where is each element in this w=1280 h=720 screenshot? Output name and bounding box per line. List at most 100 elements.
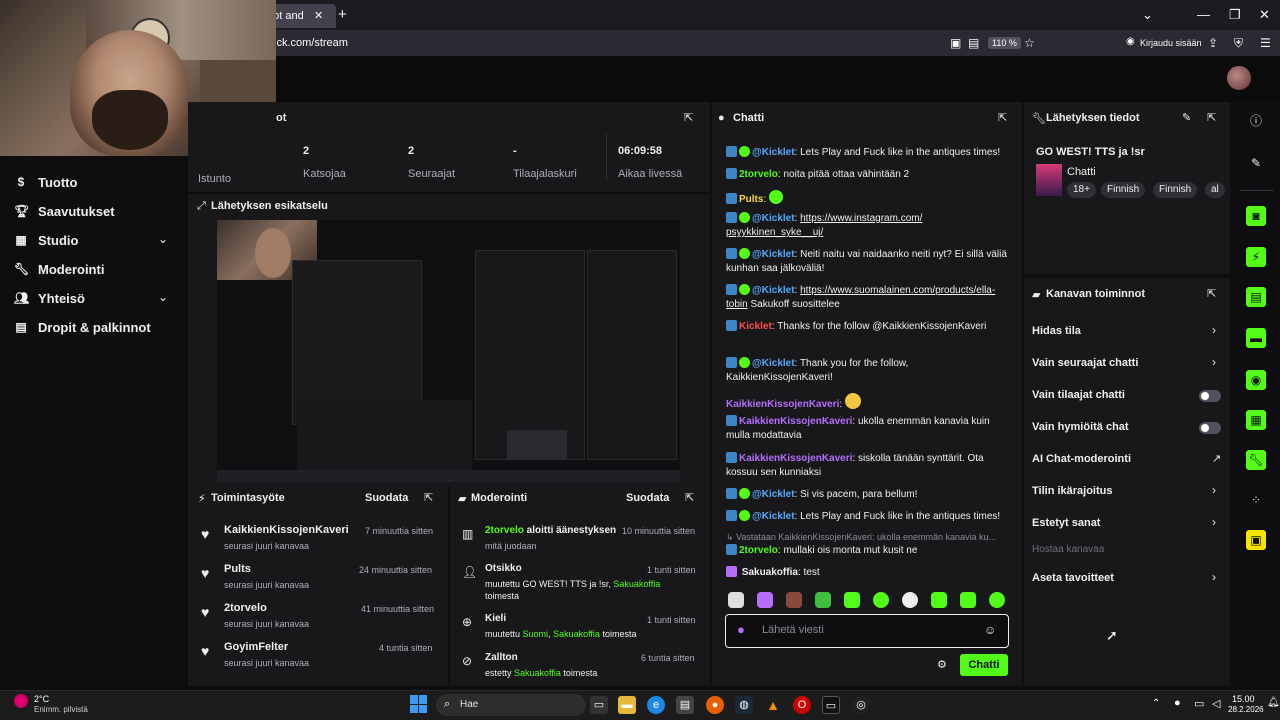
expand-icon[interactable]: ⤢ (197, 200, 206, 213)
camera-icon[interactable]: ◙ (1246, 206, 1266, 226)
action-slow-mode[interactable]: Hidas tila (1032, 325, 1081, 337)
tab-close-icon[interactable]: ✕ (314, 9, 323, 22)
activity-filter-button[interactable]: Suodata (365, 492, 408, 504)
windows-start-icon[interactable] (410, 695, 428, 713)
emote-icon[interactable] (960, 592, 976, 608)
chevron-down-icon[interactable]: ⌄ (158, 290, 168, 304)
store-icon[interactable]: ▤ (676, 696, 694, 714)
new-tab-icon[interactable]: + (338, 6, 347, 23)
url-text[interactable]: ick.com/stream (274, 37, 348, 49)
shield-icon[interactable]: ⛨ (1234, 36, 1243, 51)
account-icon[interactable]: ◉ (1126, 36, 1135, 47)
maximize-icon[interactable]: ❐ (1229, 7, 1241, 23)
emote-icon[interactable] (728, 592, 744, 608)
moderation-filter-button[interactable]: Suodata (626, 492, 669, 504)
emoji-icon[interactable]: ☺ (984, 623, 996, 637)
close-window-icon[interactable]: ✕ (1259, 7, 1270, 23)
layout-icon[interactable]: ▦ (1246, 410, 1266, 430)
weather-icon[interactable] (14, 694, 28, 708)
sidebar-item-yhteiso[interactable]: 👥︎ Yhteisö (14, 288, 85, 308)
weather-temp[interactable]: 2°C (34, 694, 49, 704)
action-set-goals[interactable]: Aseta tavoitteet (1032, 572, 1114, 584)
mic-tray-icon[interactable]: ● (1174, 697, 1181, 709)
terminal-icon[interactable]: ▭ (822, 696, 840, 714)
emote-icon[interactable] (931, 592, 947, 608)
action-followers-only[interactable]: Vain seuraajat chatti (1032, 357, 1138, 369)
emote-icon[interactable] (786, 592, 802, 608)
popout-icon[interactable]: ⇱ (1207, 111, 1216, 124)
emote-icon[interactable] (815, 592, 831, 608)
mic-icon[interactable]: ● (737, 622, 745, 637)
popout-icon[interactable]: ⇱ (998, 111, 1007, 124)
activity-name[interactable]: 2torvelo (224, 602, 267, 614)
popout-icon[interactable]: ⇱ (1207, 287, 1216, 300)
emote-icon[interactable] (989, 592, 1005, 608)
emote-icon[interactable] (844, 592, 860, 608)
category-name[interactable]: Chatti (1067, 166, 1096, 178)
stream-preview[interactable] (217, 220, 680, 482)
chevron-down-icon[interactable]: ⌄ (158, 232, 168, 246)
opera-icon[interactable]: O (793, 696, 811, 714)
activity-name[interactable]: Pults (224, 563, 251, 575)
action-banned-words[interactable]: Estetyt sanat (1032, 517, 1100, 529)
bolt-icon[interactable]: ⚡︎ (1246, 247, 1266, 267)
bookmark-star-icon[interactable]: ☆ (1024, 36, 1035, 50)
popout-icon[interactable]: ⇱ (424, 491, 433, 504)
action-age-restriction[interactable]: Tilin ikärajoitus (1032, 485, 1113, 497)
emote-icon[interactable] (873, 592, 889, 608)
edge-icon[interactable]: e (647, 696, 665, 714)
gear-icon[interactable]: ⚙ (937, 658, 947, 671)
reader-view-icon[interactable]: ▣ (950, 36, 961, 50)
chevron-right-icon[interactable]: › (1212, 355, 1216, 369)
sidebar-item-dropit[interactable]: ▤ Dropit & palkinnot (14, 317, 150, 337)
steam-icon[interactable]: ◍ (735, 696, 753, 714)
sidebar-item-studio[interactable]: ▦ Studio (14, 230, 78, 250)
task-view-icon[interactable]: ▭ (590, 696, 608, 714)
tab-list-icon[interactable]: ⌄ (1142, 7, 1153, 23)
chevron-right-icon[interactable]: › (1212, 515, 1216, 529)
apps-icon[interactable]: ⁘ (1246, 490, 1266, 510)
subs-only-toggle[interactable] (1199, 390, 1221, 402)
popout-icon[interactable]: ⇱ (684, 111, 693, 124)
category-thumbnail[interactable] (1036, 164, 1062, 196)
clapper-icon[interactable]: ▣ (1246, 530, 1266, 550)
sidebar-item-moderointi[interactable]: 🔧︎ Moderointi (14, 259, 104, 279)
emote-only-toggle[interactable] (1199, 422, 1221, 434)
emote-icon[interactable] (902, 592, 918, 608)
minimize-icon[interactable]: — (1197, 7, 1210, 22)
chevron-right-icon[interactable]: › (1212, 483, 1216, 497)
file-explorer-icon[interactable]: ▬ (618, 696, 636, 714)
popout-icon[interactable]: ⇱ (685, 491, 694, 504)
vlc-icon[interactable]: ▲ (764, 696, 782, 714)
tray-chevron-icon[interactable]: ⌃ (1152, 698, 1160, 709)
chat-input[interactable]: Lähetä viesti (762, 624, 824, 636)
pencil-icon[interactable]: ✎ (1182, 111, 1191, 124)
chevron-right-icon[interactable]: › (1212, 570, 1216, 584)
extensions-icon[interactable]: ⇪ (1208, 36, 1218, 50)
sidebar-item-saavutukset[interactable]: 🏆︎ Saavutukset (14, 201, 115, 221)
login-button[interactable]: Kirjaudu sisään (1140, 38, 1202, 48)
wrench-icon[interactable]: 🔧︎ (1246, 450, 1266, 470)
activity-name[interactable]: KaikkienKissojenKaveri (224, 524, 349, 536)
obs-icon[interactable]: ◎ (852, 696, 870, 714)
document-icon[interactable]: ▤ (1246, 287, 1266, 307)
external-link-icon[interactable]: ↗ (1212, 452, 1221, 465)
screenshot-icon[interactable]: ▤ (968, 36, 979, 50)
avatar[interactable] (1227, 66, 1251, 90)
zoom-level[interactable]: 110 % (988, 37, 1021, 49)
chevron-right-icon[interactable]: › (1212, 323, 1216, 337)
info-icon[interactable]: ⓘ (1246, 111, 1266, 131)
notification-icon[interactable]: 🔔︎ (1267, 697, 1280, 708)
volume-icon[interactable]: ◁ (1212, 697, 1220, 710)
clock-date[interactable]: 28.2.2026 (1228, 705, 1264, 714)
emote-icon[interactable] (757, 592, 773, 608)
firefox-icon[interactable]: ● (706, 696, 724, 714)
pencil-icon[interactable]: ✎ (1246, 153, 1266, 173)
chat-bubble-icon[interactable]: ▬ (1246, 328, 1266, 348)
menu-icon[interactable]: ☰ (1260, 36, 1271, 50)
action-ai-moderation[interactable]: AI Chat-moderointi (1032, 453, 1131, 465)
send-chat-button[interactable]: Chatti (960, 654, 1008, 676)
taskbar-search[interactable]: Hae (436, 694, 586, 716)
clock-time[interactable]: 15.00 (1232, 694, 1255, 704)
broadcast-icon[interactable]: ◉ (1246, 370, 1266, 390)
